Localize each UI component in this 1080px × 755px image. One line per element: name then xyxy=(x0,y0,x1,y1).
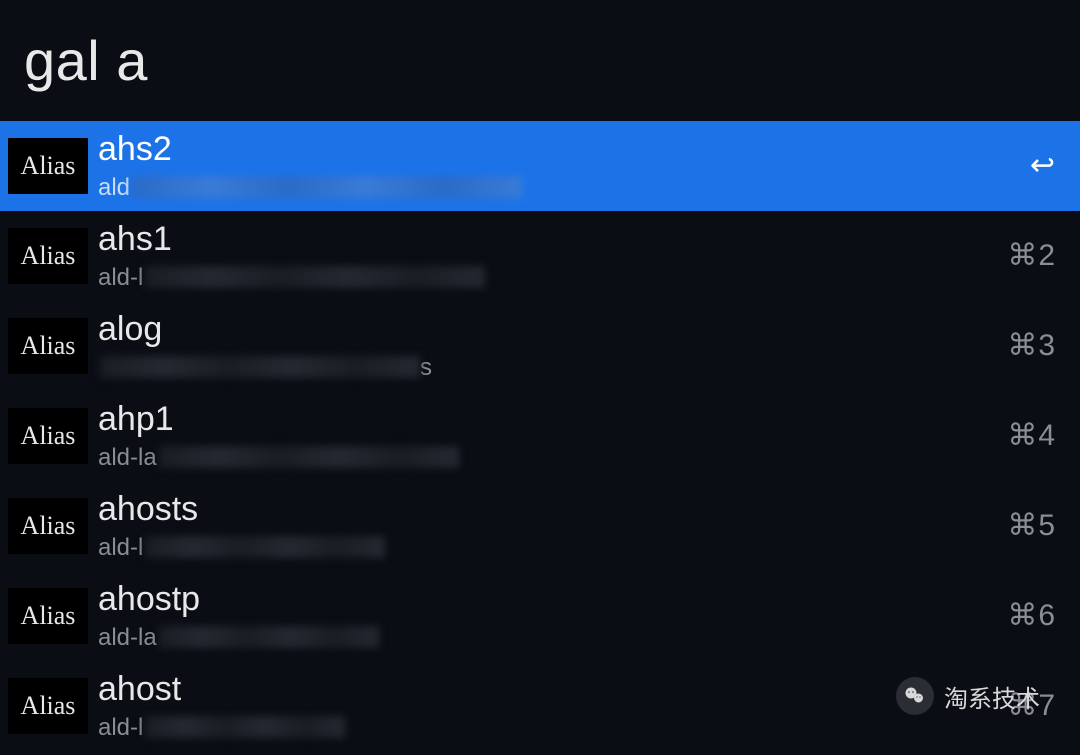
result-title: ahostp xyxy=(98,579,991,620)
watermark: 淘系技术 xyxy=(896,677,1040,715)
result-content: alogs xyxy=(98,309,991,383)
result-title: alog xyxy=(98,309,991,350)
shortcut-label: ⌘3 xyxy=(1007,328,1056,363)
search-input[interactable] xyxy=(24,28,1056,93)
result-content: ahs1ald-l xyxy=(98,219,991,293)
result-subtitle: s xyxy=(98,352,991,383)
redacted-text xyxy=(132,176,522,198)
result-item[interactable]: Aliasahostsald-l ⌘5 xyxy=(0,481,1080,571)
redacted-text xyxy=(145,266,485,288)
result-subtitle: ald-l xyxy=(98,262,991,293)
result-content: ahp1ald-la xyxy=(98,399,991,473)
alias-badge: Alias xyxy=(8,408,88,464)
results-list: Aliasahs2ald↩Aliasahs1ald-l⌘2Aliasalogs⌘… xyxy=(0,121,1080,751)
watermark-text: 淘系技术 xyxy=(944,679,1040,714)
redacted-text xyxy=(145,536,385,558)
result-title: ahs2 xyxy=(98,129,1014,170)
search-bar xyxy=(0,0,1080,121)
shortcut-label: ⌘5 xyxy=(1007,508,1056,543)
enter-icon: ↩ xyxy=(1030,148,1056,183)
alias-badge: Alias xyxy=(8,678,88,734)
wechat-icon xyxy=(896,677,934,715)
result-subtitle: ald xyxy=(98,172,1014,203)
alias-badge: Alias xyxy=(8,318,88,374)
alias-badge: Alias xyxy=(8,138,88,194)
alias-badge: Alias xyxy=(8,228,88,284)
result-content: ahs2ald xyxy=(98,129,1014,203)
result-title: ahp1 xyxy=(98,399,991,440)
result-title: ahost xyxy=(98,669,991,710)
result-subtitle: ald-l xyxy=(98,532,991,563)
redacted-text xyxy=(159,626,379,648)
redacted-text xyxy=(145,716,345,738)
alias-badge: Alias xyxy=(8,498,88,554)
result-subtitle: ald-la xyxy=(98,442,991,473)
redacted-text xyxy=(100,356,420,378)
redacted-text xyxy=(159,446,459,468)
result-subtitle: ald-la xyxy=(98,622,991,653)
result-content: ahostpald-la xyxy=(98,579,991,653)
shortcut-label: ⌘2 xyxy=(1007,238,1056,273)
alias-badge: Alias xyxy=(8,588,88,644)
result-content: ahostsald-l xyxy=(98,489,991,563)
result-item[interactable]: Aliasalogs ⌘3 xyxy=(0,301,1080,391)
shortcut-label: ⌘4 xyxy=(1007,418,1056,453)
result-content: ahostald-l xyxy=(98,669,991,743)
shortcut-label: ⌘6 xyxy=(1007,598,1056,633)
result-title: ahosts xyxy=(98,489,991,530)
result-item[interactable]: Aliasahs1ald-l ⌘2 xyxy=(0,211,1080,301)
result-subtitle: ald-l xyxy=(98,712,991,743)
result-item[interactable]: Aliasahs2ald ↩ xyxy=(0,121,1080,211)
result-item[interactable]: Aliasahp1ald-la ⌘4 xyxy=(0,391,1080,481)
result-title: ahs1 xyxy=(98,219,991,260)
result-item[interactable]: Aliasahostpald-la ⌘6 xyxy=(0,571,1080,661)
